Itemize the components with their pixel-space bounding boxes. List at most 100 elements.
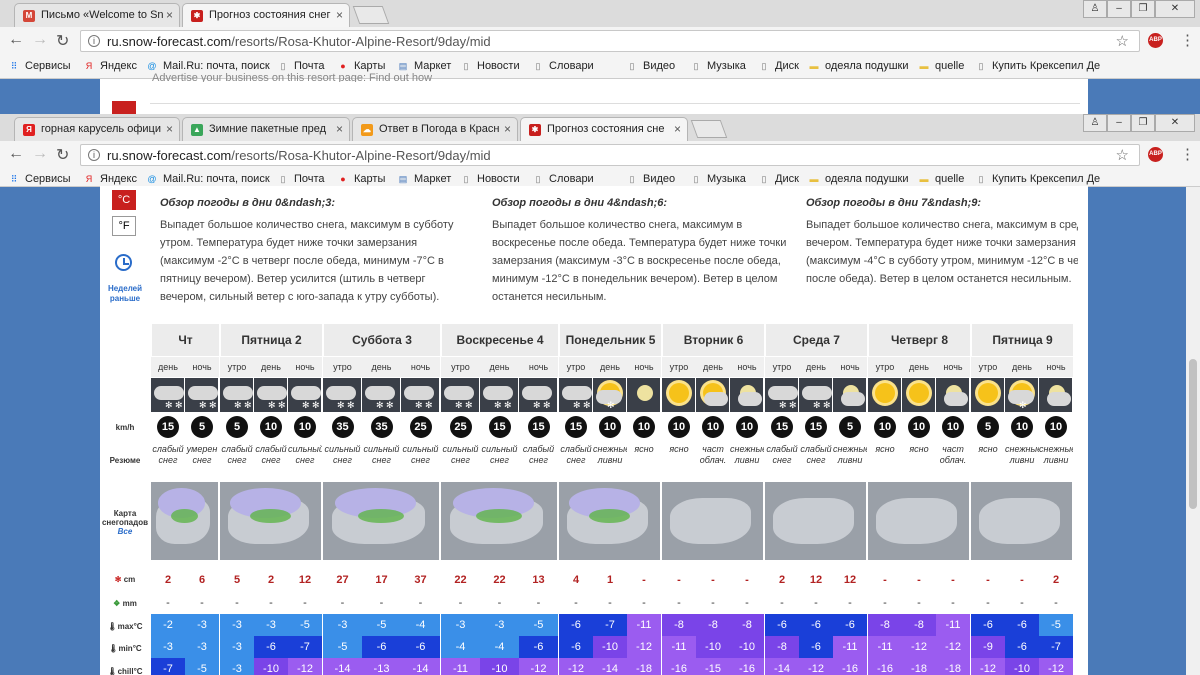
clock-icon[interactable]: [115, 254, 132, 271]
previous-week-link[interactable]: Неделей раньше: [102, 284, 148, 304]
snowflake-icon: ✻ ✻: [376, 400, 394, 410]
bookmark-item[interactable]: ▯ Словари: [532, 173, 594, 185]
info-icon[interactable]: i: [88, 149, 100, 161]
close-window-button[interactable]: ✕: [1155, 114, 1195, 132]
bookmark-item[interactable]: ▯ Музыка: [690, 60, 746, 72]
snowfall-map[interactable]: [765, 482, 866, 560]
snowfall-map[interactable]: [323, 482, 439, 560]
unit-celsius-button[interactable]: °C: [112, 190, 136, 210]
address-bar[interactable]: i ru.snow-forecast.com/resorts/Rosa-Khut…: [80, 144, 1140, 166]
time-of-day: день: [254, 357, 288, 377]
bookmark-item[interactable]: ▤ Маркет: [397, 60, 452, 72]
close-tab-icon[interactable]: ×: [336, 122, 343, 136]
back-toolbar: ← → ↻ i ru.snow-forecast.com/resorts/Ros…: [0, 27, 1200, 55]
address-bar[interactable]: i ru.snow-forecast.com/resorts/Rosa-Khut…: [80, 30, 1140, 52]
bookmark-item[interactable]: ▯ Почта: [277, 173, 325, 185]
map-all-link[interactable]: Все: [118, 527, 133, 536]
bookmark-item[interactable]: ▤ Маркет: [397, 173, 452, 185]
minimize-button[interactable]: –: [1107, 114, 1131, 132]
bookmark-item[interactable]: ▯ Музыка: [690, 173, 746, 185]
bookmark-star-icon[interactable]: ☆: [1116, 32, 1129, 50]
bookmark-item[interactable]: ▯ Новости: [460, 60, 520, 72]
new-tab-button[interactable]: [352, 6, 390, 24]
close-tab-icon[interactable]: ×: [166, 8, 173, 22]
scrollbar-thumb[interactable]: [1189, 359, 1197, 509]
bookmark-item[interactable]: ▯ Видео: [626, 60, 676, 72]
bookmark-item[interactable]: ▯ Видео: [626, 173, 676, 185]
adblock-icon[interactable]: ABP: [1148, 33, 1163, 48]
info-icon[interactable]: i: [88, 35, 100, 47]
back-arrow-icon[interactable]: ←: [8, 145, 24, 163]
bookmark-item[interactable]: ▬ одеяла подушки: [808, 60, 909, 72]
summary-cell: слабый снег: [766, 444, 798, 465]
menu-icon[interactable]: ⋮: [1180, 145, 1195, 163]
snowfall-map[interactable]: [220, 482, 321, 560]
bookmark-item[interactable]: ▬ одеяла подушки: [808, 173, 909, 185]
bookmark-item[interactable]: ▬ quelle: [918, 60, 965, 72]
snowfall-map[interactable]: [662, 482, 763, 560]
bookmark-item[interactable]: ▯ Купить Крексепил Де: [975, 60, 1101, 72]
temp-min-cell: -3: [220, 636, 254, 658]
bookmark-item[interactable]: @ Mail.Ru: почта, поиск: [146, 60, 269, 72]
back-arrow-icon[interactable]: ←: [8, 31, 24, 49]
maximize-button[interactable]: ❐: [1131, 114, 1155, 132]
new-tab-button[interactable]: [690, 120, 728, 138]
tab-weather[interactable]: ☁ Ответ в Погода в Красн ×: [352, 117, 518, 141]
bookmark-item[interactable]: ▯ Купить Крексепил Де: [975, 173, 1101, 185]
snowfall-map[interactable]: [559, 482, 660, 560]
bookmark-item[interactable]: ▯ Почта: [277, 60, 325, 72]
forward-arrow-icon[interactable]: →: [32, 145, 48, 163]
reload-icon[interactable]: ↻: [56, 31, 69, 51]
bookmark-item[interactable]: ▬ quelle: [918, 173, 965, 185]
tab-snowforecast[interactable]: ✱ Прогноз состояния сне ×: [520, 117, 688, 141]
maximize-button[interactable]: ❐: [1131, 0, 1155, 18]
close-tab-icon[interactable]: ×: [674, 122, 681, 136]
logo-block: [112, 101, 136, 114]
advertise-text[interactable]: Advertise your business on this resort p…: [152, 72, 752, 82]
day-header: Пятница 9: [971, 324, 1073, 356]
snow-value: 1: [606, 574, 614, 586]
map-pin-icon: ●: [340, 174, 346, 184]
bookmark-item[interactable]: ▯ Новости: [460, 173, 520, 185]
snowfall-map[interactable]: [151, 482, 218, 560]
url-host: ru.snow-forecast.com: [107, 34, 232, 49]
snowfall-map[interactable]: [868, 482, 969, 560]
bookmark-star-icon[interactable]: ☆: [1116, 146, 1129, 164]
bookmark-item[interactable]: @ Mail.Ru: почта, поиск: [146, 173, 269, 185]
bookmark-item[interactable]: ⠿ Сервисы: [8, 173, 71, 185]
adblock-icon[interactable]: ABP: [1148, 147, 1163, 162]
snowfall-map[interactable]: [971, 482, 1072, 560]
bookmark-item[interactable]: ▯ Словари: [532, 60, 594, 72]
snowfall-map[interactable]: [441, 482, 557, 560]
minimize-button[interactable]: –: [1107, 0, 1131, 18]
map-land: [979, 497, 1060, 545]
close-window-button[interactable]: ✕: [1155, 0, 1195, 18]
row-label-wind: km/h: [115, 423, 135, 432]
bookmark-item[interactable]: ▯ Диск: [758, 60, 799, 72]
reload-icon[interactable]: ↻: [56, 145, 69, 165]
user-icon[interactable]: ♙: [1083, 0, 1107, 18]
tab-drive[interactable]: ▲ Зимние пакетные пред ×: [182, 117, 350, 141]
weather-icon: ✻ ✻: [559, 378, 592, 412]
bookmark-item[interactable]: ● Карты: [337, 60, 385, 72]
summary-cell: ясно: [875, 444, 895, 454]
unit-fahrenheit-button[interactable]: °F: [112, 216, 136, 236]
bookmark-item[interactable]: ⠿ Сервисы: [8, 60, 71, 72]
cloud-shape: [326, 386, 356, 400]
tab-yandex[interactable]: Я горная карусель офици ×: [14, 117, 180, 141]
snow-value: -: [951, 574, 955, 586]
menu-icon[interactable]: ⋮: [1180, 31, 1195, 49]
user-icon[interactable]: ♙: [1083, 114, 1107, 132]
close-tab-icon[interactable]: ×: [336, 8, 343, 22]
scrollbar[interactable]: [1186, 187, 1200, 675]
close-tab-icon[interactable]: ×: [504, 122, 511, 136]
bookmark-item[interactable]: Я Яндекс: [83, 173, 137, 185]
close-tab-icon[interactable]: ×: [166, 122, 173, 136]
temp-min-cell: -6: [254, 636, 288, 658]
back-tab-snowforecast[interactable]: ✱ Прогноз состояния снег ×: [182, 3, 350, 27]
bookmark-item[interactable]: ▯ Диск: [758, 173, 799, 185]
back-tab-gmail[interactable]: M Письмо «Welcome to Sn ×: [14, 3, 180, 27]
forward-arrow-icon[interactable]: →: [32, 31, 48, 49]
bookmark-item[interactable]: ● Карты: [337, 173, 385, 185]
bookmark-item[interactable]: Я Яндекс: [83, 60, 137, 72]
